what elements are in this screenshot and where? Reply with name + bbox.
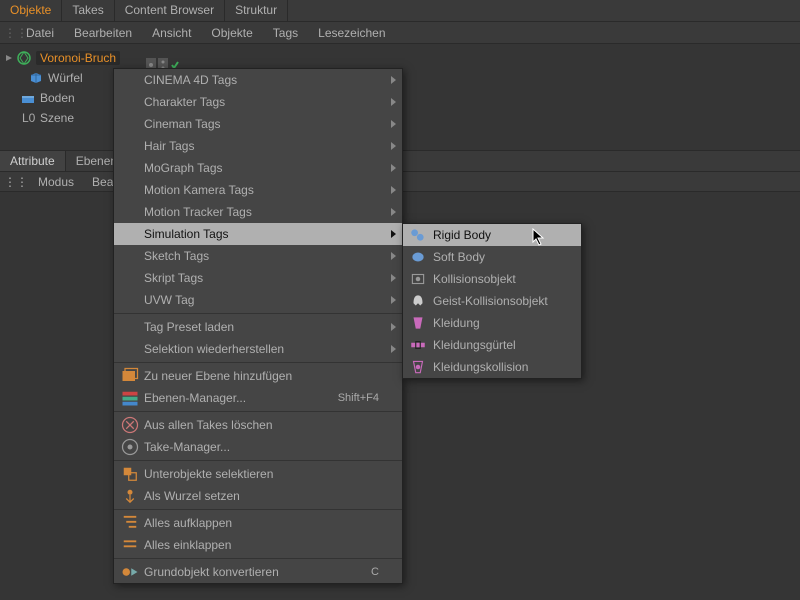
tree-item-label: Voronoi-Bruch	[36, 51, 120, 65]
ctx-grundobjekt[interactable]: Grundobjekt konvertierenC	[114, 561, 402, 583]
take-manager-icon	[120, 439, 140, 455]
menu-datei[interactable]: Datei	[18, 24, 62, 42]
tree-item-label: Boden	[40, 91, 75, 105]
context-submenu-simulation[interactable]: Rigid Body Soft Body Kollisionsobjekt Ge…	[402, 223, 582, 379]
tree-item-label: Szene	[40, 111, 74, 125]
chevron-right-icon	[391, 230, 396, 238]
tab-takes[interactable]: Takes	[62, 0, 114, 21]
tree-item-voronoi[interactable]: Voronoi-Bruch	[0, 48, 800, 68]
attr-menu-modus[interactable]: Modus	[30, 173, 82, 191]
chevron-right-icon	[391, 186, 396, 194]
tab-objekte[interactable]: Objekte	[0, 0, 62, 21]
sub-rigid-body[interactable]: Rigid Body	[403, 224, 581, 246]
ctx-sketch-tags[interactable]: Sketch Tags	[114, 245, 402, 267]
menu-tags[interactable]: Tags	[265, 24, 306, 42]
sub-geist-kollision[interactable]: Geist-Kollisionsobjekt	[403, 290, 581, 312]
object-manager-menubar: ⋮⋮ Datei Bearbeiten Ansicht Objekte Tags…	[0, 22, 800, 44]
separator	[114, 558, 402, 559]
separator	[114, 509, 402, 510]
ctx-einklappen[interactable]: Alles einklappen	[114, 534, 402, 556]
ctx-preset-laden[interactable]: Tag Preset laden	[114, 316, 402, 338]
chevron-right-icon	[391, 98, 396, 106]
collider-icon	[409, 271, 427, 287]
chevron-right-icon	[391, 323, 396, 331]
ctx-mograph-tags[interactable]: MoGraph Tags	[114, 157, 402, 179]
ctx-motion-tracker-tags[interactable]: Motion Tracker Tags	[114, 201, 402, 223]
scene-icon: L0	[20, 110, 36, 126]
ctx-unterobjekte[interactable]: Unterobjekte selektieren	[114, 463, 402, 485]
sub-kleidungsguertel[interactable]: Kleidungsgürtel	[403, 334, 581, 356]
ctx-aufklappen[interactable]: Alles aufklappen	[114, 512, 402, 534]
ctx-selektion[interactable]: Selektion wiederherstellen	[114, 338, 402, 360]
chevron-right-icon	[391, 76, 396, 84]
ctx-alle-takes[interactable]: Aus allen Takes löschen	[114, 414, 402, 436]
ctx-hair-tags[interactable]: Hair Tags	[114, 135, 402, 157]
menu-lesezeichen[interactable]: Lesezeichen	[310, 24, 393, 42]
chevron-right-icon	[391, 252, 396, 260]
chevron-right-icon	[391, 274, 396, 282]
chevron-right-icon	[391, 208, 396, 216]
rigid-body-icon	[409, 227, 427, 243]
menu-objekte[interactable]: Objekte	[203, 24, 260, 42]
drag-grip-icon: ⋮⋮	[4, 175, 28, 189]
tree-item-label: Würfel	[48, 71, 83, 85]
ctx-uvw-tag[interactable]: UVW Tag	[114, 289, 402, 311]
collapse-all-icon	[120, 537, 140, 553]
expand-all-icon	[120, 515, 140, 531]
context-menu[interactable]: CINEMA 4D Tags Charakter Tags Cineman Ta…	[113, 68, 403, 584]
ctx-charakter-tags[interactable]: Charakter Tags	[114, 91, 402, 113]
tab-content-browser[interactable]: Content Browser	[115, 0, 225, 21]
separator	[114, 460, 402, 461]
voronoi-icon	[16, 50, 32, 66]
panel-tabs: Objekte Takes Content Browser Struktur	[0, 0, 800, 22]
tab-attribute[interactable]: Attribute	[0, 151, 66, 171]
cloth-collider-icon	[409, 359, 427, 375]
ctx-simulation-tags[interactable]: Simulation Tags	[114, 223, 402, 245]
chevron-right-icon	[391, 120, 396, 128]
drag-grip-icon: ⋮⋮	[4, 26, 14, 40]
ctx-cinema4d-tags[interactable]: CINEMA 4D Tags	[114, 69, 402, 91]
chevron-right-icon	[391, 142, 396, 150]
take-delete-icon	[120, 417, 140, 433]
sub-soft-body[interactable]: Soft Body	[403, 246, 581, 268]
set-root-icon	[120, 488, 140, 504]
ctx-skript-tags[interactable]: Skript Tags	[114, 267, 402, 289]
select-children-icon	[120, 466, 140, 482]
menu-bearbeiten[interactable]: Bearbeiten	[66, 24, 140, 42]
layer-manager-icon	[120, 390, 140, 406]
tab-struktur[interactable]: Struktur	[225, 0, 288, 21]
separator	[114, 362, 402, 363]
mouse-cursor-icon	[532, 228, 546, 246]
sub-kleidung[interactable]: Kleidung	[403, 312, 581, 334]
ctx-neue-ebene[interactable]: Zu neuer Ebene hinzufügen	[114, 365, 402, 387]
cube-icon	[28, 70, 44, 86]
chevron-right-icon	[391, 345, 396, 353]
sub-kleidungskollision[interactable]: Kleidungskollision	[403, 356, 581, 378]
chevron-right-icon	[391, 296, 396, 304]
svg-text:L0: L0	[22, 111, 36, 125]
ctx-als-wurzel[interactable]: Als Wurzel setzen	[114, 485, 402, 507]
chevron-right-icon	[391, 164, 396, 172]
cloth-icon	[409, 315, 427, 331]
ctx-take-manager[interactable]: Take-Manager...	[114, 436, 402, 458]
layer-add-icon	[120, 368, 140, 384]
separator	[114, 411, 402, 412]
menu-ansicht[interactable]: Ansicht	[144, 24, 199, 42]
shortcut-text: C	[371, 566, 379, 578]
ctx-ebenen-manager[interactable]: Ebenen-Manager...Shift+F4	[114, 387, 402, 409]
make-editable-icon	[120, 564, 140, 580]
ctx-motion-kamera-tags[interactable]: Motion Kamera Tags	[114, 179, 402, 201]
separator	[114, 313, 402, 314]
expand-toggle-icon[interactable]	[6, 55, 12, 61]
ghost-collider-icon	[409, 293, 427, 309]
shortcut-text: Shift+F4	[338, 392, 379, 404]
soft-body-icon	[409, 249, 427, 265]
sub-kollisionsobjekt[interactable]: Kollisionsobjekt	[403, 268, 581, 290]
floor-icon	[20, 90, 36, 106]
ctx-cineman-tags[interactable]: Cineman Tags	[114, 113, 402, 135]
cloth-belt-icon	[409, 337, 427, 353]
